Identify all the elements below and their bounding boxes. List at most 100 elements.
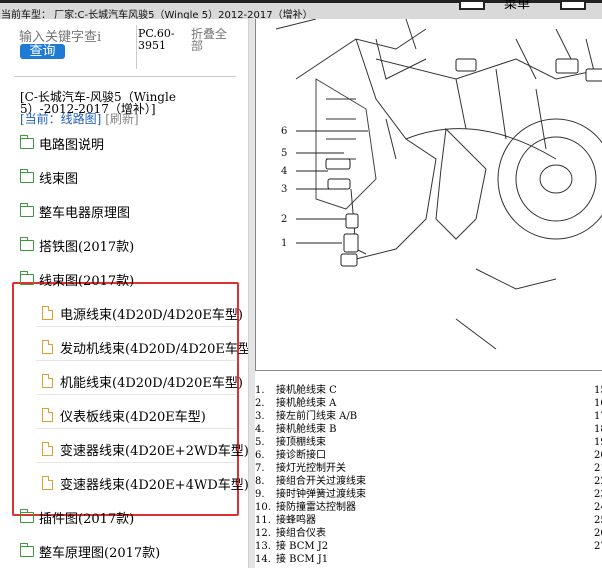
legend-row: 8. 接组合开关过渡线束 22	[255, 475, 602, 488]
legend-number: 14.	[255, 554, 271, 565]
tree-item-label: 仪表板线束(4D20E车型)	[60, 409, 206, 425]
legend-text: 接诊断接口	[276, 450, 326, 461]
legend-text: 接组合开关过渡线束	[276, 476, 366, 487]
tree-item-vehicle-schematic-2017[interactable]: 整车原理图(2017款)	[19, 541, 161, 561]
tree-item-harness-2017[interactable]: 线束图(2017款)	[19, 269, 135, 289]
legend-row: 6. 接诊断接口 20	[255, 449, 602, 462]
legend-row: 10. 接防撞雷达控制器 24	[255, 501, 602, 514]
legend-row: 11. 接蜂鸣器 25	[255, 514, 602, 527]
callout-number: 2	[281, 214, 287, 225]
tree-item-label: 整车电器原理图	[39, 205, 131, 221]
tree-item-power-harness[interactable]: 电源线束(4D20D/4D20E车型)	[42, 303, 243, 323]
legend-text: 接机舱线束 C	[276, 385, 337, 396]
panel-splitter[interactable]	[248, 19, 255, 568]
tree-item-label: 电路图说明	[39, 137, 105, 153]
tree-item-electrical-schematic[interactable]: 整车电器原理图	[19, 201, 131, 221]
folder-icon	[19, 168, 34, 183]
legend-text: 接防撞雷达控制器	[276, 502, 356, 513]
legend-text: 接时钟弹簧过渡线束	[276, 489, 366, 500]
tree-item-connector-2017[interactable]: 插件图(2017款)	[19, 507, 134, 527]
legend-text: 接机舱线束 B	[276, 424, 337, 435]
legend-ref: 16	[594, 398, 602, 409]
document-icon	[42, 441, 54, 456]
tree-item-label: 电源线束(4D20D/4D20E车型)	[60, 307, 243, 323]
legend-text: 接 BCM J1	[276, 554, 329, 565]
folder-icon	[19, 508, 34, 523]
vehicle-code: PC.60-3951	[138, 27, 175, 52]
legend-number: 8.	[255, 476, 265, 487]
legend-ref: 25	[594, 515, 602, 526]
legend-row: 1. 接机舱线束 C 15	[255, 384, 602, 397]
query-button[interactable]: 查询	[20, 44, 65, 59]
legend-text: 接灯光控制开关	[276, 463, 346, 474]
legend-text: 接 BCM J2	[276, 541, 329, 552]
legend-number: 1.	[255, 385, 265, 396]
legend-text: 接机舱线束 A	[276, 398, 337, 409]
legend-ref: 27	[594, 541, 602, 552]
tree-item-label: 线束图(2017款)	[39, 273, 135, 289]
legend-number: 2.	[255, 398, 265, 409]
legend-row: 14. 接 BCM J1	[255, 553, 602, 566]
top-bar: 当前车型： 厂家:C-长城汽车风骏5（Wingle 5）2012-2017（增补…	[0, 0, 602, 19]
tree-item-label: 变速器线束(4D20E+4WD车型)	[60, 477, 249, 493]
legend-ref: 23	[594, 489, 602, 500]
row-separator	[36, 394, 236, 395]
search-input[interactable]	[19, 29, 133, 45]
legend-ref: 17	[594, 411, 602, 422]
folder-icon	[19, 542, 34, 557]
tree-item-label: 整车原理图(2017款)	[39, 545, 161, 561]
legend-ref: 15	[594, 385, 602, 396]
callout-number: 6	[281, 126, 287, 137]
legend-ref: 21	[594, 463, 602, 474]
legend-number: 10.	[255, 502, 271, 513]
left-panel: 查询 PC.60-3951 折叠全部 [C-长城汽车-风骏5（Wingle 5）…	[0, 19, 251, 568]
legend-number: 4.	[255, 424, 265, 435]
legend-row: 12. 接组合仪表 26	[255, 527, 602, 540]
folder-icon	[19, 236, 34, 251]
legend-row: 2. 接机舱线束 A 16	[255, 397, 602, 410]
tree-item-ground-2017[interactable]: 搭铁图(2017款)	[19, 235, 135, 255]
legend-number: 6.	[255, 450, 265, 461]
tree-item-transmission-2wd[interactable]: 变速器线束(4D20E+2WD车型)	[42, 439, 249, 459]
tree-item-harness[interactable]: 线束图	[19, 167, 78, 187]
toolbar-button-2[interactable]	[560, 0, 586, 10]
tree-item-circuit-notes[interactable]: 电路图说明	[19, 133, 105, 153]
legend-row: 5. 接顶棚线束 19	[255, 436, 602, 449]
legend-number: 13.	[255, 541, 271, 552]
tree-item-transmission-4wd[interactable]: 变速器线束(4D20E+4WD车型)	[42, 473, 249, 493]
tree-item-label: 搭铁图(2017款)	[39, 239, 135, 255]
tree-item-engine-harness[interactable]: 发动机线束(4D20D/4D20E车型	[42, 337, 251, 357]
tree-item-dashboard-harness[interactable]: 仪表板线束(4D20E车型)	[42, 405, 206, 425]
legend-row: 7. 接灯光控制开关 21	[255, 462, 602, 475]
legend-text: 接蜂鸣器	[276, 515, 316, 526]
legend-number: 11.	[255, 515, 271, 526]
menu-label[interactable]: 菜单	[504, 0, 530, 11]
collapse-all-link[interactable]: 折叠全部	[191, 28, 231, 52]
tree-item-label: 发动机线束(4D20D/4D20E车型	[60, 341, 251, 357]
document-icon	[42, 407, 54, 422]
dashboard-harness-drawing: 6 5 4 3 2 1	[275, 19, 602, 350]
row-separator	[36, 462, 236, 463]
legend-number: 7.	[255, 463, 265, 474]
document-icon	[42, 373, 54, 388]
diagram-panel: 6 5 4 3 2 1 1.接机舱线束 C152.接机舱线束 A163.接左前门…	[255, 19, 602, 568]
legend-number: 5.	[255, 437, 265, 448]
callout-number: 1	[281, 238, 287, 249]
legend-row: 9. 接时钟弹簧过渡线束 23	[255, 488, 602, 501]
folder-icon	[19, 202, 34, 217]
row-separator	[36, 428, 236, 429]
tree-item-function-harness[interactable]: 机能线束(4D20D/4D20E车型)	[42, 371, 243, 391]
toolbar-button-1[interactable]	[459, 0, 485, 10]
legend-number: 9.	[255, 489, 265, 500]
refresh-link[interactable]: [刷新]	[105, 112, 138, 126]
vehicle-breadcrumb: 当前车型： 厂家:C-长城汽车风骏5（Wingle 5）2012-2017（增补…	[1, 10, 313, 19]
row-separator	[36, 360, 236, 361]
document-icon	[42, 339, 54, 354]
legend-text: 接顶棚线束	[276, 437, 326, 448]
legend-ref: 24	[594, 502, 602, 513]
tree-item-label: 机能线束(4D20D/4D20E车型)	[60, 375, 243, 391]
document-icon	[42, 475, 54, 490]
row-separator	[36, 326, 236, 327]
legend-row: 3. 接左前门线束 A/B 17	[255, 410, 602, 423]
legend-text: 接组合仪表	[276, 528, 326, 539]
